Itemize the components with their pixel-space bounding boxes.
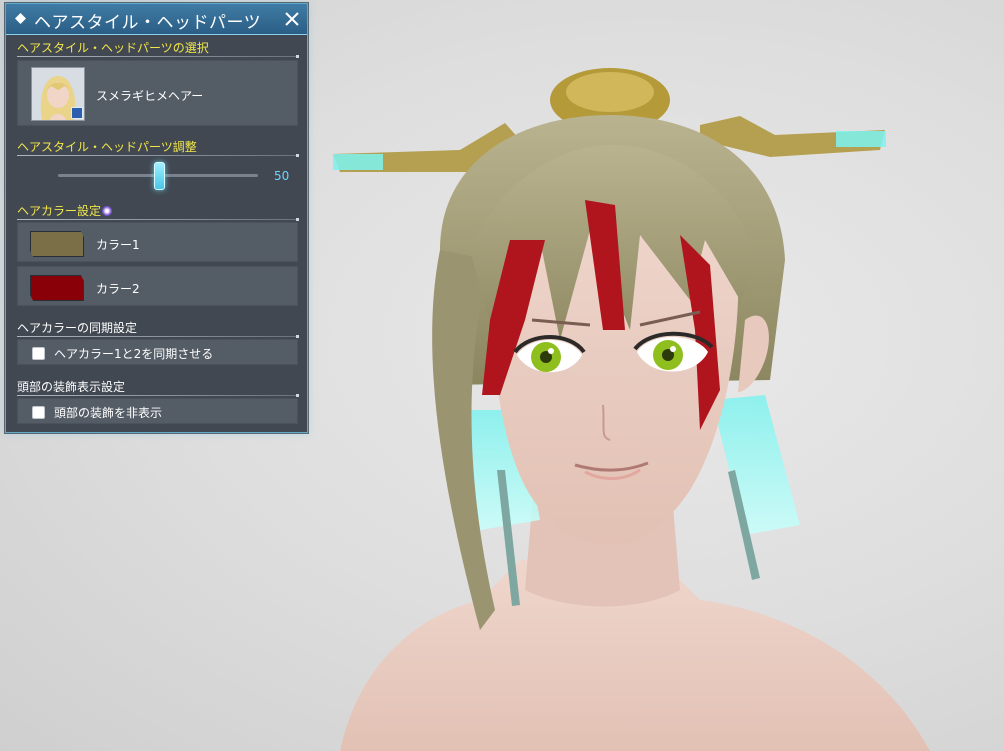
adjust-slider-handle[interactable] xyxy=(154,162,165,190)
hair-color-heading: ヘアカラー設定 xyxy=(17,202,299,221)
hair-color-sync-label: ヘアカラーの同期設定 xyxy=(17,321,138,335)
hair-color-sync-text: ヘアカラー1と2を同期させる xyxy=(54,347,214,361)
hair-color-2-button[interactable]: カラー2 xyxy=(17,266,298,306)
hair-color-sync-checkbox[interactable] xyxy=(32,347,45,360)
hair-strand-right xyxy=(712,395,800,535)
hairstyle-select-heading: ヘアスタイル・ヘッドパーツの選択 xyxy=(17,39,299,58)
divider xyxy=(17,154,299,157)
panel-titlebar[interactable]: ヘアスタイル・ヘッドパーツ xyxy=(6,4,307,35)
panel-title: ヘアスタイル・ヘッドパーツ xyxy=(34,13,262,33)
hairstyle-select-label: ヘアスタイル・ヘッドパーツの選択 xyxy=(17,41,209,55)
hair-color-2-swatch xyxy=(30,275,84,301)
divider xyxy=(17,218,299,221)
premium-icon xyxy=(102,206,113,216)
head-decor-label: 頭部の装飾表示設定 xyxy=(17,380,126,394)
diamond-icon xyxy=(15,13,26,24)
hairstyle-name: スメラギヒメヘアー xyxy=(96,89,204,103)
close-icon[interactable] xyxy=(283,10,301,28)
hair-color-label: ヘアカラー設定 xyxy=(17,202,113,219)
divider xyxy=(17,335,299,338)
divider xyxy=(17,55,299,58)
hair-color-sync-option[interactable]: ヘアカラー1と2を同期させる xyxy=(17,339,298,365)
hairstyle-panel: ヘアスタイル・ヘッドパーツ ヘアスタイル・ヘッドパーツの選択 スメラギヒメヘアー… xyxy=(5,3,308,433)
hairstyle-select-button[interactable]: スメラギヒメヘアー xyxy=(17,60,298,126)
head-decor-checkbox[interactable] xyxy=(32,406,45,419)
adjust-slider-value: 50 xyxy=(274,169,290,183)
head-decor-text: 頭部の装飾を非表示 xyxy=(54,406,163,420)
hair-color-2-label: カラー2 xyxy=(96,282,140,296)
hairstyle-thumbnail xyxy=(31,67,85,121)
hairstyle-adjust-label: ヘアスタイル・ヘッドパーツ調整 xyxy=(17,140,197,154)
divider xyxy=(17,394,299,397)
hair-color-1-swatch xyxy=(30,231,84,257)
hair-color-1-label: カラー1 xyxy=(96,238,140,252)
head-decor-heading: 頭部の装飾表示設定 xyxy=(17,378,299,397)
hair-color-1-button[interactable]: カラー1 xyxy=(17,222,298,262)
hairstyle-adjust-heading: ヘアスタイル・ヘッドパーツ調整 xyxy=(17,138,299,157)
mark-icon xyxy=(71,107,83,119)
head-decor-option[interactable]: 頭部の装飾を非表示 xyxy=(17,398,298,424)
hair-color-sync-heading: ヘアカラーの同期設定 xyxy=(17,319,299,338)
